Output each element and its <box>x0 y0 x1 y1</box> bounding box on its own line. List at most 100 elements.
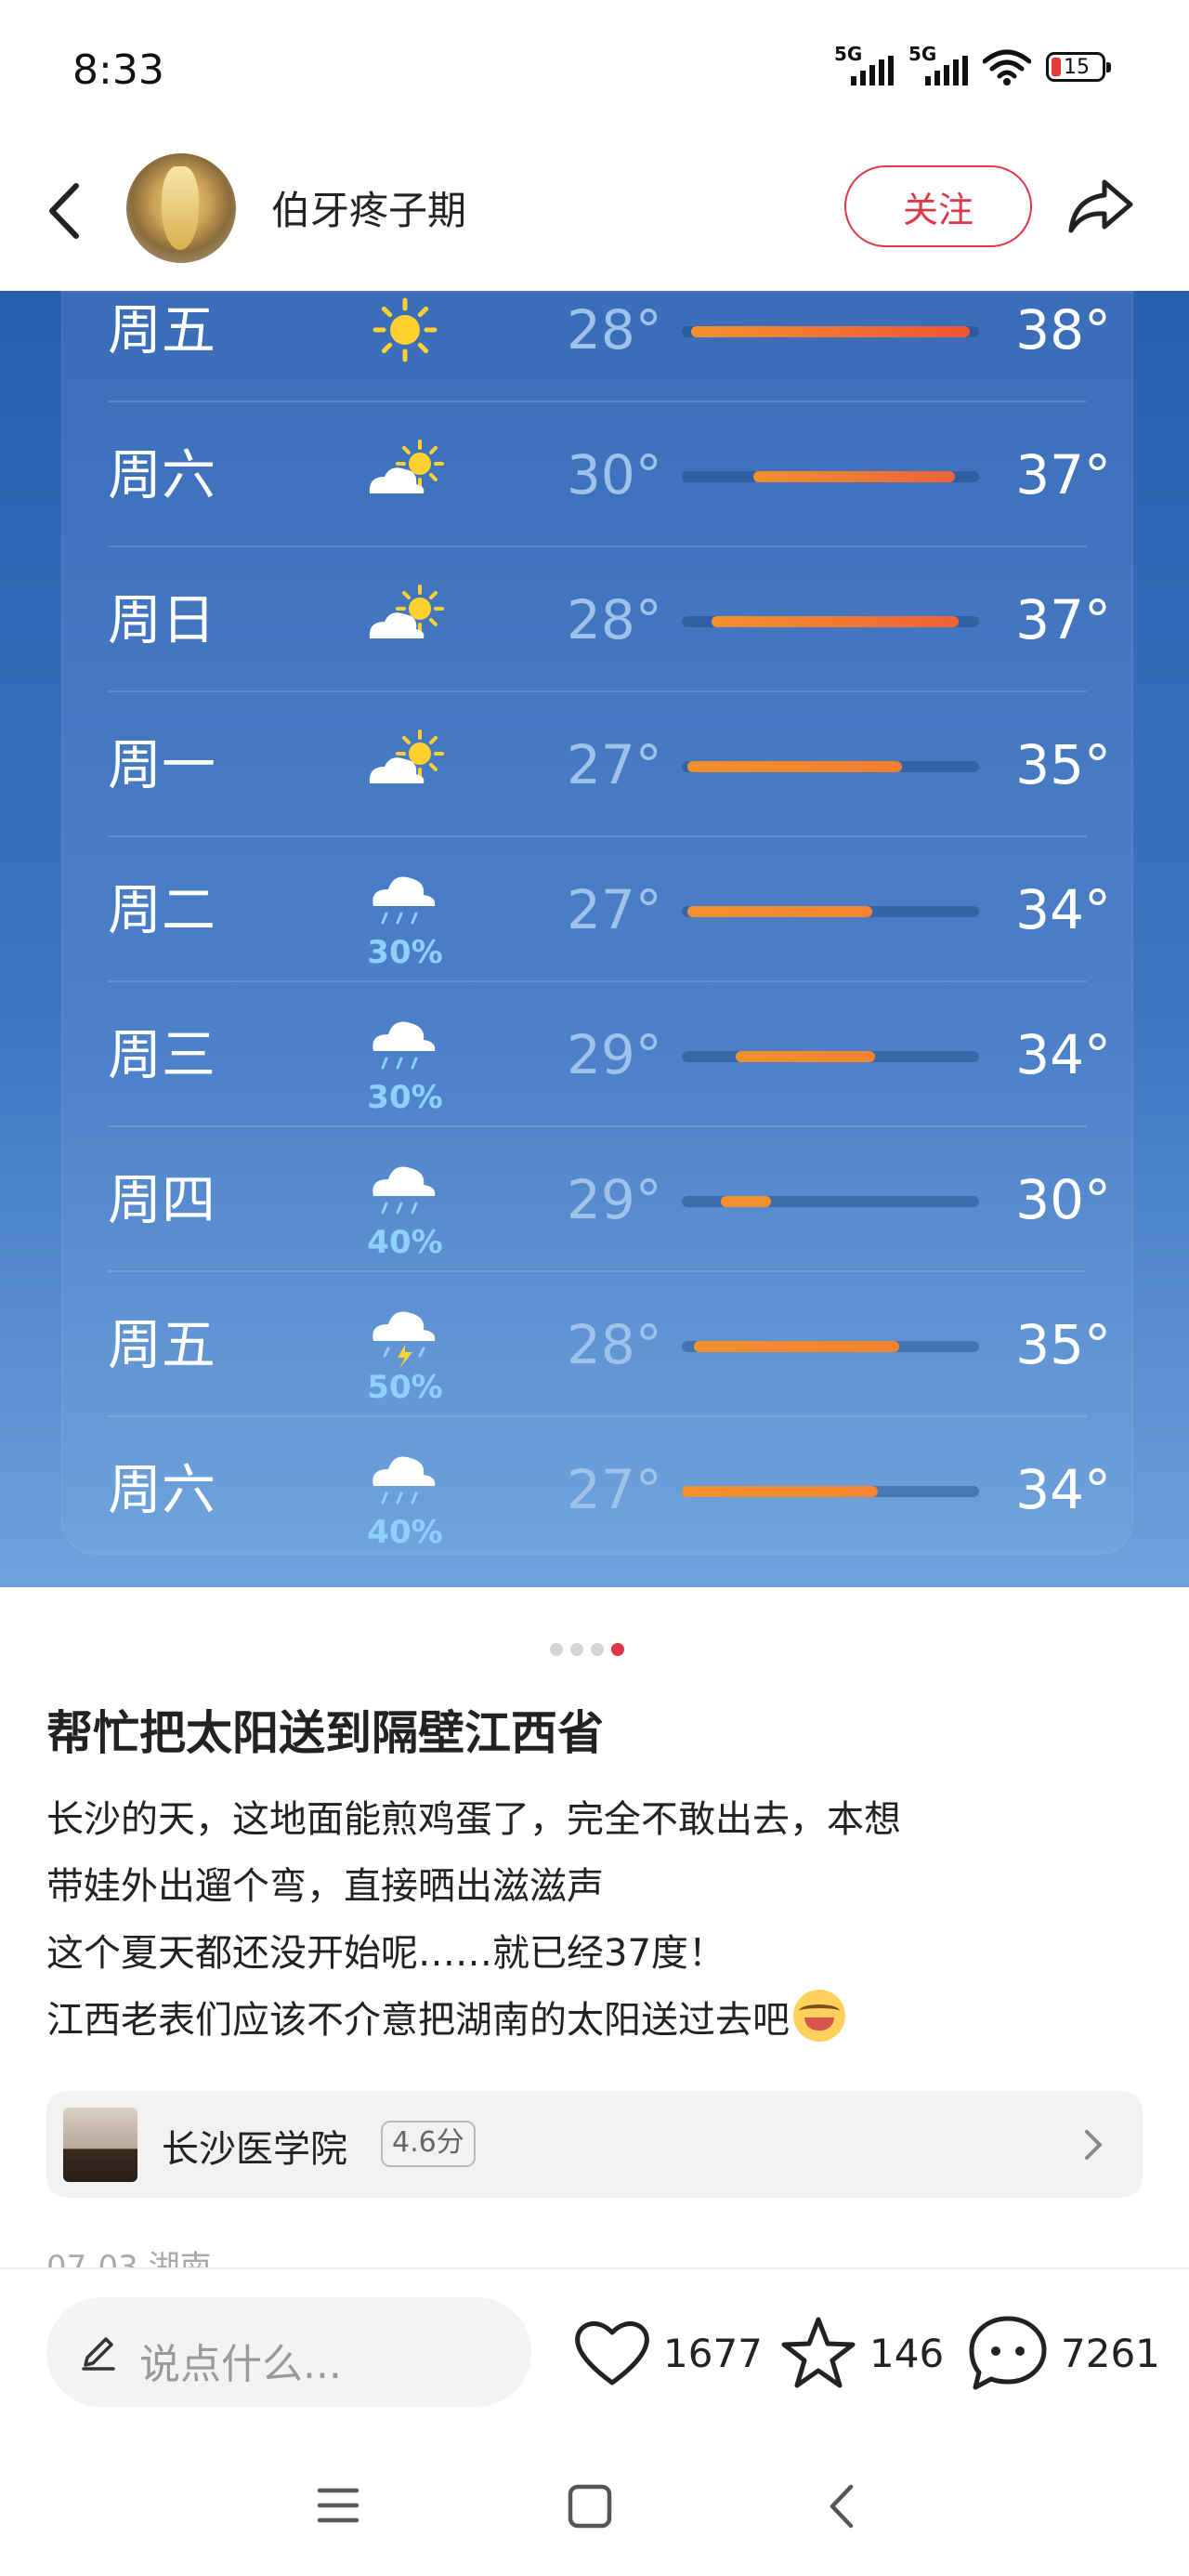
pencil-icon <box>82 2337 115 2371</box>
follow-button[interactable]: 关注 <box>844 165 1032 247</box>
partly-sunny-icon <box>369 585 444 638</box>
comment-bubble-icon <box>969 2316 1047 2390</box>
temperature-range-bar <box>687 761 902 772</box>
post-line-with-emoji: 江西老表们应该不介意把湖南的太阳送过去吧 <box>46 1987 1143 2054</box>
home-icon[interactable] <box>567 2483 613 2530</box>
post-date-location: 07-03 湖南 <box>46 2249 212 2267</box>
forecast-row: 周三 30% 29° 34° <box>61 982 1133 1127</box>
high-temperature: 35° <box>1015 1313 1111 1376</box>
high-temperature: 34° <box>1015 1023 1111 1086</box>
wifi-icon <box>983 49 1031 85</box>
temperature-range-track <box>682 616 979 627</box>
high-temperature: 34° <box>1015 878 1111 941</box>
battery-icon: 15 <box>1046 52 1111 82</box>
precipitation-chance: 30% <box>367 934 443 971</box>
temperature-range-bar <box>693 1341 899 1352</box>
comment-input[interactable]: 说点什么... <box>46 2297 531 2407</box>
post-body: 长沙的天，这地面能煎鸡蛋了，完全不敢出去，本想 带娃外出遛个弯，直接晒出滋滋声 … <box>46 1786 1143 2054</box>
comment-button[interactable]: 7261 <box>966 2307 1160 2399</box>
high-temperature: 37° <box>1015 443 1111 506</box>
sun-icon <box>372 297 438 362</box>
temperature-range-bar <box>690 326 971 337</box>
precipitation-chance: 40% <box>367 1514 443 1551</box>
author-name[interactable]: 伯牙疼子期 <box>271 179 466 236</box>
temperature-range-track <box>682 326 979 337</box>
post-line: 这个夏天都还没开始呢……就已经37度！ <box>46 1932 725 1975</box>
forecast-day: 周六 <box>108 443 216 506</box>
forecast-row: 周一 27° 35° <box>61 692 1133 837</box>
cellular-signal-icon: 5G <box>834 43 894 85</box>
high-temperature: 37° <box>1015 588 1111 651</box>
forecast-row: 周六 30° 37° <box>61 402 1133 547</box>
forecast-day: 周三 <box>108 1023 216 1086</box>
temperature-range-bar <box>752 471 956 482</box>
forecast-day: 周五 <box>108 298 216 361</box>
forecast-row: 周日 28° 37° <box>61 547 1133 692</box>
forecast-row: 周六 40% 27° 34° <box>61 1417 1133 1562</box>
star-icon <box>781 2317 856 2388</box>
carousel-dot <box>611 1643 624 1656</box>
comment-count: 7261 <box>1061 2330 1160 2376</box>
bottom-action-bar: 说点什么... 1677 146 7261 <box>0 2269 1189 2437</box>
forecast-day: 周二 <box>108 878 216 941</box>
battery-level: 15 <box>1064 55 1090 79</box>
avatar[interactable] <box>126 153 236 263</box>
forecast-row: 周五 50% 28° 35° <box>61 1272 1133 1417</box>
temperature-range-track <box>682 906 979 917</box>
status-icons: 5G 5G 15 <box>834 43 1111 85</box>
like-button[interactable]: 1677 <box>572 2307 763 2399</box>
forecast-day: 周一 <box>108 733 216 796</box>
cellular-signal-icon: 5G <box>908 43 968 85</box>
partly-sunny-icon <box>369 440 444 493</box>
post-title: 帮忙把太阳送到隔壁江西省 <box>46 1706 604 1760</box>
temperature-range-track <box>682 1196 979 1207</box>
temperature-range-bar <box>687 906 872 917</box>
favorite-count: 146 <box>869 2330 945 2376</box>
location-card[interactable]: 长沙医学院 4.6分 <box>46 2091 1143 2198</box>
temperature-range-bar <box>682 1486 879 1497</box>
status-time: 8:33 <box>72 46 164 94</box>
high-temperature: 34° <box>1015 1458 1111 1521</box>
forecast-row: 周五 28° 38° <box>61 291 1133 402</box>
location-thumbnail <box>63 2108 137 2182</box>
high-temperature: 38° <box>1015 298 1111 361</box>
location-rating-badge: 4.6分 <box>381 2121 476 2167</box>
precipitation-chance: 40% <box>367 1224 443 1261</box>
temperature-range-track <box>682 1486 979 1497</box>
chevron-right-icon <box>1085 2130 1102 2160</box>
system-navigation-bar <box>0 2437 1189 2576</box>
carousel-dot <box>570 1643 583 1656</box>
temperature-range-track <box>682 1051 979 1062</box>
carousel-indicator <box>550 1643 624 1656</box>
carousel-dot <box>550 1643 563 1656</box>
share-icon[interactable] <box>1064 173 1138 238</box>
post-line: 江西老表们应该不介意把湖南的太阳送过去吧 <box>46 1999 790 2042</box>
like-count: 1677 <box>663 2330 763 2376</box>
low-temperature: 28° <box>567 298 662 361</box>
temperature-range-bar <box>712 616 959 627</box>
forecast-day: 周四 <box>108 1168 216 1231</box>
location-name: 长沙医学院 <box>162 2128 347 2171</box>
temperature-range-track <box>682 761 979 772</box>
temperature-range-bar <box>720 1196 771 1207</box>
crying-laughing-emoji-icon <box>793 1990 845 2042</box>
favorite-button[interactable]: 146 <box>778 2307 944 2399</box>
status-bar: 8:33 5G 5G 15 <box>0 0 1189 149</box>
forecast-day: 周五 <box>108 1313 216 1376</box>
post-line: 带娃外出遛个弯，直接晒出滋滋声 <box>46 1865 604 1908</box>
partly-sunny-icon <box>369 729 444 783</box>
back-button[interactable] <box>37 178 93 243</box>
forecast-day: 周日 <box>108 588 216 651</box>
post-image[interactable]: 周五 28° 38° 周六 30° 37° 周日 28° 37° 周一 27° 35° 周二 30% 27°… <box>0 291 1189 1587</box>
temperature-range-track <box>682 1341 979 1352</box>
forecast-day: 周六 <box>108 1458 216 1521</box>
comment-placeholder: 说点什么... <box>139 2341 342 2388</box>
forecast-row: 周二 30% 27° 34° <box>61 837 1133 982</box>
heart-icon <box>575 2321 649 2385</box>
temperature-range-bar <box>735 1051 875 1062</box>
menu-icon[interactable] <box>316 2485 360 2526</box>
temperature-range-track <box>682 471 979 482</box>
back-nav-icon[interactable] <box>823 2481 860 2531</box>
post-line: 长沙的天，这地面能煎鸡蛋了，完全不敢出去，本想 <box>46 1798 901 1841</box>
forecast-row: 周四 40% 29° 30° <box>61 1127 1133 1272</box>
